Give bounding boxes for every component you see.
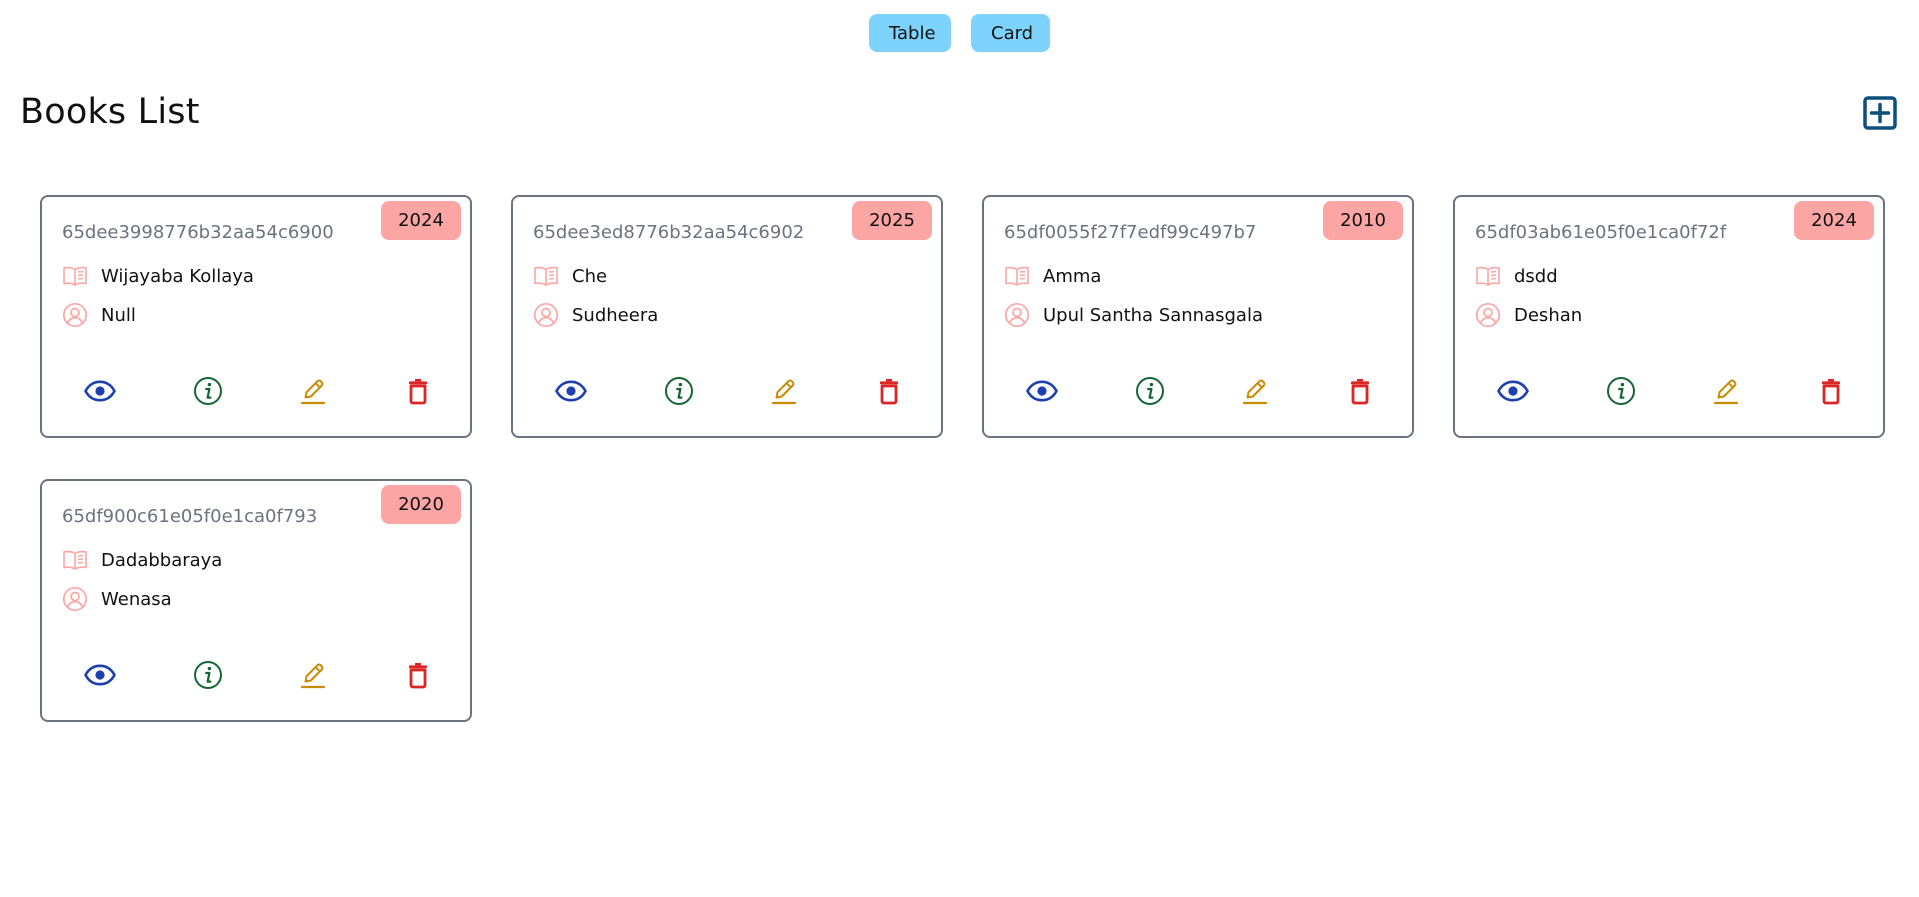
trash-icon	[409, 663, 427, 689]
page-title: Books List	[20, 92, 200, 132]
plus-square-icon	[1863, 96, 1897, 130]
delete-book-button[interactable]	[402, 375, 434, 407]
eye-icon	[84, 664, 116, 686]
pencil-icon	[771, 379, 797, 405]
book-id: 65df0055f27f7edf99c497b7	[1004, 222, 1257, 243]
trash-icon	[880, 379, 898, 405]
book-author-row: Upul Santha Sannasgala	[1004, 302, 1263, 328]
card-actions	[42, 375, 474, 407]
delete-book-button[interactable]	[1344, 375, 1376, 407]
delete-book-button[interactable]	[873, 375, 905, 407]
edit-book-button[interactable]	[768, 375, 800, 407]
publish-year-badge: 2024	[1794, 201, 1874, 240]
book-card: 2025 65dee3ed8776b32aa54c6902 Che Sudhee…	[511, 195, 943, 438]
book-author: Upul Santha Sannasgala	[1043, 304, 1263, 326]
book-title-row: Che	[533, 263, 607, 289]
user-circle-icon	[1475, 302, 1501, 328]
book-id: 65df03ab61e05f0e1ca0f72f	[1475, 222, 1727, 243]
book-author-row: Null	[62, 302, 136, 328]
card-actions	[984, 375, 1416, 407]
info-circle-icon	[194, 661, 222, 689]
view-book-button[interactable]	[1026, 375, 1058, 407]
user-circle-icon	[1004, 302, 1030, 328]
open-book-icon	[63, 550, 87, 570]
book-id: 65dee3ed8776b32aa54c6902	[533, 222, 805, 243]
book-author-row: Deshan	[1475, 302, 1582, 328]
trash-icon	[1822, 379, 1840, 405]
delete-book-button[interactable]	[402, 659, 434, 691]
publish-year-badge: 2025	[852, 201, 932, 240]
add-book-button[interactable]	[1863, 96, 1897, 130]
eye-icon	[1026, 380, 1058, 402]
pencil-icon	[300, 379, 326, 405]
book-author: Sudheera	[572, 304, 659, 326]
book-card: 2024 65df03ab61e05f0e1ca0f72f dsdd Desha…	[1453, 195, 1885, 438]
pencil-icon	[300, 663, 326, 689]
table-view-button[interactable]: Table	[869, 14, 951, 52]
user-circle-icon	[62, 302, 88, 328]
book-info-button[interactable]	[663, 375, 695, 407]
book-author-row: Sudheera	[533, 302, 658, 328]
info-circle-icon	[665, 377, 693, 405]
info-circle-icon	[1607, 377, 1635, 405]
book-card: 2010 65df0055f27f7edf99c497b7 Amma Upul …	[982, 195, 1414, 438]
book-title-row: Dadabbaraya	[62, 547, 222, 573]
card-actions	[1455, 375, 1887, 407]
delete-book-button[interactable]	[1815, 375, 1847, 407]
edit-book-button[interactable]	[1710, 375, 1742, 407]
book-title: Che	[572, 265, 608, 287]
open-book-icon	[63, 266, 87, 286]
view-book-button[interactable]	[84, 659, 116, 691]
open-book-icon	[534, 266, 558, 286]
info-circle-icon	[1136, 377, 1164, 405]
view-book-button[interactable]	[1497, 375, 1529, 407]
book-title-row: dsdd	[1475, 263, 1558, 289]
open-book-icon	[1005, 266, 1029, 286]
publish-year-badge: 2024	[381, 201, 461, 240]
user-circle-icon	[533, 302, 559, 328]
book-title: Wijayaba Kollaya	[101, 265, 254, 287]
edit-book-button[interactable]	[297, 659, 329, 691]
book-title: dsdd	[1514, 265, 1558, 287]
eye-icon	[1497, 380, 1529, 402]
book-title: Dadabbaraya	[101, 549, 223, 571]
edit-book-button[interactable]	[1239, 375, 1271, 407]
book-author: Wenasa	[101, 588, 172, 610]
book-info-button[interactable]	[1605, 375, 1637, 407]
book-card: 2024 65dee3998776b32aa54c6900 Wijayaba K…	[40, 195, 472, 438]
book-title-row: Amma	[1004, 263, 1101, 289]
info-circle-icon	[194, 377, 222, 405]
book-author: Null	[101, 304, 136, 326]
book-author-row: Wenasa	[62, 586, 172, 612]
book-id: 65dee3998776b32aa54c6900	[62, 222, 334, 243]
pencil-icon	[1713, 379, 1739, 405]
trash-icon	[1351, 379, 1369, 405]
trash-icon	[409, 379, 427, 405]
book-info-button[interactable]	[192, 375, 224, 407]
card-actions	[513, 375, 945, 407]
book-title-row: Wijayaba Kollaya	[62, 263, 254, 289]
view-book-button[interactable]	[84, 375, 116, 407]
open-book-icon	[1476, 266, 1500, 286]
view-toggle: Table Card	[0, 14, 1919, 52]
book-info-button[interactable]	[1134, 375, 1166, 407]
card-view-button[interactable]: Card	[971, 14, 1050, 52]
book-title: Amma	[1043, 265, 1102, 287]
book-card: 2020 65df900c61e05f0e1ca0f793 Dadabbaray…	[40, 479, 472, 722]
eye-icon	[84, 380, 116, 402]
publish-year-badge: 2020	[381, 485, 461, 524]
book-id: 65df900c61e05f0e1ca0f793	[62, 506, 318, 527]
eye-icon	[555, 380, 587, 402]
edit-book-button[interactable]	[297, 375, 329, 407]
card-actions	[42, 659, 474, 691]
book-author: Deshan	[1514, 304, 1583, 326]
user-circle-icon	[62, 586, 88, 612]
book-info-button[interactable]	[192, 659, 224, 691]
pencil-icon	[1242, 379, 1268, 405]
view-book-button[interactable]	[555, 375, 587, 407]
publish-year-badge: 2010	[1323, 201, 1403, 240]
